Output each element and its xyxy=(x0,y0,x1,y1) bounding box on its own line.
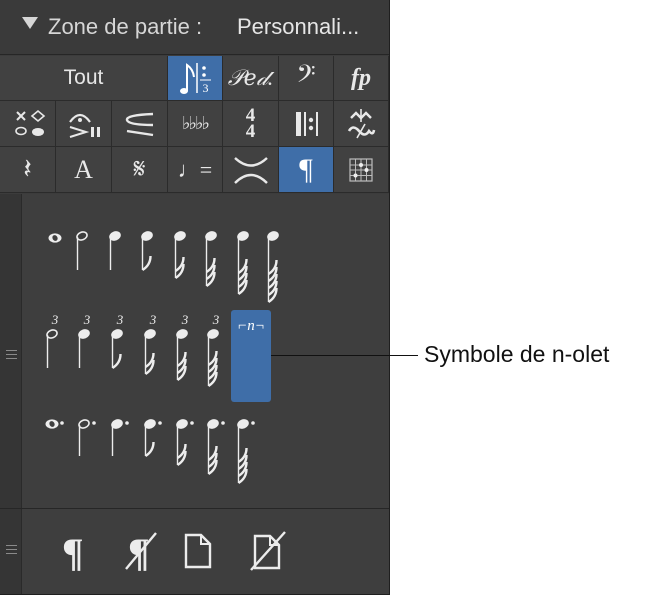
noteheads-icon xyxy=(14,109,45,136)
note-symbol-half-triplet[interactable]: 3 xyxy=(46,312,59,368)
tuplet-icon: 3 xyxy=(180,63,211,95)
callout-label: Symbole de n-olet xyxy=(424,341,610,367)
repeat-barline-icon xyxy=(296,111,318,136)
note-symbol-8th[interactable] xyxy=(141,231,153,272)
bottom-resize-handle[interactable] xyxy=(0,509,22,594)
text-icon: A xyxy=(74,154,93,184)
page-break-icon[interactable]: ¶ xyxy=(62,529,84,576)
note-symbol-quarter-dotted[interactable] xyxy=(111,419,129,456)
note-symbol-64th-triplet[interactable]: 3 xyxy=(207,312,220,388)
slur-category-button[interactable] xyxy=(223,147,279,193)
note-palette-symbols: 3 3 3 3 3 3 xyxy=(45,231,279,485)
remove-page-icon[interactable] xyxy=(249,531,287,571)
note-symbol-quarter-triplet[interactable]: 3 xyxy=(78,312,91,368)
disclosure-triangle-icon[interactable] xyxy=(22,17,38,29)
grip-icon xyxy=(6,545,17,554)
note-symbol-whole[interactable] xyxy=(48,233,62,243)
note-symbol-quarter[interactable] xyxy=(109,231,121,270)
fermata-accent-icon xyxy=(68,113,100,138)
page-layout-category-button[interactable]: ¶ xyxy=(279,147,334,193)
slur-icon xyxy=(233,156,268,184)
part-box-panel: Zone de partie : Personnali... Tout 3 𝒫𝑒… xyxy=(0,0,390,595)
note-symbol-32nd-triplet[interactable]: 3 xyxy=(176,312,189,382)
svg-text:3: 3 xyxy=(51,312,59,327)
tempo-icon: ♩= xyxy=(177,156,213,182)
hairpin-category-button[interactable] xyxy=(112,101,168,147)
pedal-icon: 𝒫𝑒𝒹. xyxy=(227,65,274,90)
note-symbol-32nd-dotted[interactable] xyxy=(207,419,225,476)
note-symbol-8th-triplet[interactable]: 3 xyxy=(111,312,124,370)
clef-category-button[interactable]: 𝄢 xyxy=(279,56,334,101)
segno-category-button[interactable]: 𝄋 xyxy=(112,147,168,193)
articulation-category-button[interactable] xyxy=(56,101,112,147)
tuplet-symbol-button[interactable]: ⌐n¬ xyxy=(231,310,271,402)
text-category-button[interactable]: A xyxy=(56,147,112,193)
time-signature-denominator: 4 xyxy=(245,120,256,142)
hairpin-icon xyxy=(125,112,153,136)
part-set-selector[interactable]: Personnali... xyxy=(237,14,359,40)
note-symbol-64th[interactable] xyxy=(237,231,249,296)
svg-text:3: 3 xyxy=(181,312,189,327)
ornament-category-button[interactable] xyxy=(334,101,389,147)
quarter-rest-icon: 𝄽 xyxy=(23,153,32,185)
segno-icon: 𝄋 xyxy=(133,153,146,185)
key-signature-category-button[interactable]: ♭♭♭♭ xyxy=(168,101,223,147)
note-symbol-64th-dotted[interactable] xyxy=(237,419,255,485)
note-symbol-whole-dotted[interactable] xyxy=(45,419,64,429)
note-symbol-16th[interactable] xyxy=(174,231,186,280)
chord-grid-category-button[interactable] xyxy=(334,147,389,193)
svg-text:3: 3 xyxy=(212,312,220,327)
new-page-icon[interactable] xyxy=(183,533,213,569)
tempo-category-button[interactable]: ♩= xyxy=(168,147,223,193)
note-symbol-8th-dotted[interactable] xyxy=(144,419,162,458)
repeat-category-button[interactable] xyxy=(279,101,334,147)
callout-line xyxy=(271,355,418,356)
note-symbol-16th-triplet[interactable]: 3 xyxy=(144,312,157,376)
header-title: Zone de partie : xyxy=(48,14,203,39)
chord-grid-icon xyxy=(349,157,373,182)
ornament-icon xyxy=(347,108,376,138)
svg-text:3: 3 xyxy=(149,312,157,327)
svg-text:3: 3 xyxy=(83,312,91,327)
note-symbol-half-dotted[interactable] xyxy=(78,419,96,456)
note-symbol-16th-dotted[interactable] xyxy=(176,419,194,467)
noteheads-category-button[interactable] xyxy=(0,101,56,147)
pilcrow-icon: ¶ xyxy=(299,152,313,186)
rest-category-button[interactable]: 𝄽 xyxy=(0,147,56,193)
dynamics-icon: fp xyxy=(351,64,371,91)
remove-page-break-icon[interactable]: ¶ xyxy=(124,529,158,575)
time-signature-category-button[interactable]: 4 4 xyxy=(223,101,279,147)
bass-clef-icon: 𝄢 xyxy=(296,61,316,94)
tout-button[interactable]: Tout xyxy=(0,56,168,101)
part-box-header[interactable]: Zone de partie : Personnali... xyxy=(0,0,389,55)
svg-text:3: 3 xyxy=(116,312,124,327)
tuplet-category-button[interactable]: 3 xyxy=(168,56,223,101)
tuplet-symbol-label: ⌐n¬ xyxy=(237,318,265,334)
svg-text:3: 3 xyxy=(203,81,209,95)
note-symbol-half[interactable] xyxy=(76,231,88,270)
note-symbol-32nd[interactable] xyxy=(205,231,217,288)
dynamics-category-button[interactable]: fp xyxy=(334,56,389,101)
note-symbol-128th[interactable] xyxy=(267,231,279,304)
pedal-category-button[interactable]: 𝒫𝑒𝒹. xyxy=(223,56,279,101)
flats-icon: ♭♭♭♭ xyxy=(182,113,210,133)
